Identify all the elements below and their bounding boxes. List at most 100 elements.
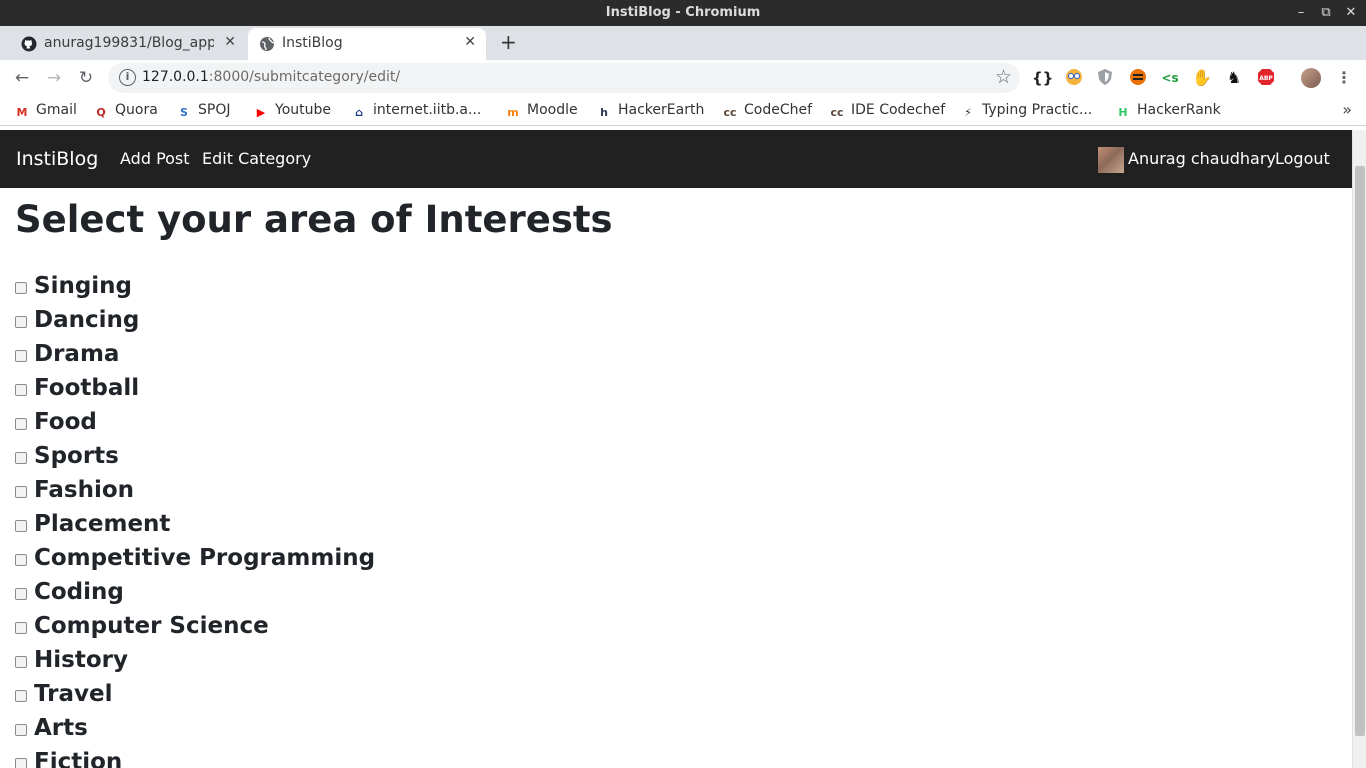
category-label[interactable]: Travel <box>34 681 113 707</box>
category-item: Placement <box>15 510 715 544</box>
close-window-icon[interactable]: ✕ <box>1341 3 1361 23</box>
quora-icon: Q <box>96 106 106 119</box>
category-label[interactable]: Football <box>34 375 139 401</box>
new-tab-icon[interactable]: + <box>500 30 517 54</box>
category-label[interactable]: Fashion <box>34 477 134 503</box>
logout-link[interactable]: Logout <box>1275 149 1330 168</box>
bookmark-item[interactable]: h HackerEarth <box>596 102 704 120</box>
category-label[interactable]: Drama <box>34 341 119 367</box>
user-name[interactable]: Anurag chaudhary <box>1128 149 1276 168</box>
github-icon <box>21 36 37 52</box>
scrollbar-thumb[interactable] <box>1355 166 1365 736</box>
tab-label: anurag199831/Blog_app: <box>44 35 214 51</box>
bookmark-label: Moodle <box>527 102 578 118</box>
category-checkbox[interactable] <box>15 758 27 768</box>
tab-instiblog[interactable]: InstiBlog ✕ <box>248 28 486 60</box>
category-item: Coding <box>15 578 715 612</box>
bookmark-label: Quora <box>115 102 158 118</box>
page-content: InstiBlog Add Post Edit Category Anurag … <box>0 130 1352 768</box>
profile-avatar[interactable] <box>1301 68 1321 88</box>
shield-icon[interactable] <box>1095 68 1115 88</box>
category-checkbox[interactable] <box>15 350 27 362</box>
bookmark-item[interactable]: H HackerRank <box>1115 102 1220 120</box>
bookmark-label: SPOJ <box>198 102 231 118</box>
category-checkbox[interactable] <box>15 724 27 736</box>
bookmark-item[interactable]: m Moodle <box>505 102 578 120</box>
bookmark-star-icon[interactable]: ☆ <box>995 66 1012 88</box>
extension-icon[interactable]: ♞ <box>1224 68 1244 88</box>
category-label[interactable]: Food <box>34 409 97 435</box>
json-viewer-icon[interactable]: {} <box>1032 68 1053 88</box>
codechef-icon: cc <box>830 106 844 119</box>
category-item: Football <box>15 374 715 408</box>
user-avatar <box>1098 147 1124 173</box>
category-checkbox[interactable] <box>15 452 27 464</box>
tab-close-icon[interactable]: ✕ <box>224 34 236 50</box>
nav-edit-category[interactable]: Edit Category <box>202 149 311 168</box>
reload-icon[interactable]: ↻ <box>74 66 98 90</box>
category-label[interactable]: Competitive Programming <box>34 545 375 571</box>
category-item: Sports <box>15 442 715 476</box>
category-checkbox[interactable] <box>15 554 27 566</box>
url-text[interactable]: 127.0.0.1:8000/submitcategory/edit/ <box>142 69 400 85</box>
bookmark-item[interactable]: S SPOJ <box>176 102 230 120</box>
category-checkbox[interactable] <box>15 384 27 396</box>
tab-close-icon[interactable]: ✕ <box>464 34 476 50</box>
bookmark-item[interactable]: cc CodeChef <box>722 102 812 120</box>
page-title: Select your area of Interests <box>15 198 613 241</box>
category-checkbox[interactable] <box>15 418 27 430</box>
hackerearth-icon: h <box>600 106 608 119</box>
info-icon[interactable]: i <box>119 69 136 86</box>
bookmark-label: IDE Codechef <box>851 102 946 118</box>
category-checkbox[interactable] <box>15 520 27 532</box>
bookmark-label: Typing Practic... <box>982 102 1093 118</box>
gnome-icon[interactable]: ✋ <box>1192 68 1212 88</box>
tab-github[interactable]: anurag199831/Blog_app: ✕ <box>10 28 246 60</box>
category-checkbox[interactable] <box>15 282 27 294</box>
category-item: Fashion <box>15 476 715 510</box>
forward-icon[interactable]: → <box>42 66 66 90</box>
category-label[interactable]: Singing <box>34 273 132 299</box>
category-label[interactable]: History <box>34 647 128 673</box>
category-checkbox[interactable] <box>15 690 27 702</box>
category-label[interactable]: Coding <box>34 579 124 605</box>
bookmark-item[interactable]: ▶ Youtube <box>253 102 331 120</box>
category-item: Arts <box>15 714 715 748</box>
extension-icon[interactable] <box>1064 68 1084 88</box>
menu-icon[interactable]: ⋮ <box>1334 68 1354 88</box>
category-label[interactable]: Sports <box>34 443 119 469</box>
category-label[interactable]: Arts <box>34 715 88 741</box>
minimize-icon[interactable]: – <box>1291 3 1311 23</box>
category-checkbox[interactable] <box>15 656 27 668</box>
site-brand[interactable]: InstiBlog <box>16 148 98 170</box>
category-label[interactable]: Computer Science <box>34 613 269 639</box>
address-bar[interactable]: i 127.0.0.1:8000/submitcategory/edit/ ☆ <box>108 63 1020 93</box>
url-path: :8000/submitcategory/edit/ <box>208 69 401 85</box>
back-icon[interactable]: ← <box>10 66 34 90</box>
bookmark-item[interactable]: M Gmail <box>14 102 77 120</box>
bookmarks-overflow-icon[interactable]: » <box>1342 100 1352 119</box>
category-checkbox[interactable] <box>15 486 27 498</box>
bookmark-item[interactable]: Q Quora <box>93 102 158 120</box>
bookmark-label: Youtube <box>275 102 331 118</box>
bookmark-item[interactable]: ⚡ Typing Practic... <box>960 102 1092 120</box>
gmail-icon: M <box>16 106 28 119</box>
lightning-icon: ⚡ <box>964 106 972 119</box>
category-checkbox[interactable] <box>15 622 27 634</box>
category-item: Travel <box>15 680 715 714</box>
category-item: Computer Science <box>15 612 715 646</box>
adblock-icon[interactable]: ABP <box>1256 68 1276 88</box>
category-checkbox[interactable] <box>15 588 27 600</box>
tab-strip: anurag199831/Blog_app: ✕ InstiBlog ✕ + <box>0 26 1366 60</box>
bookmark-item[interactable]: cc IDE Codechef <box>829 102 945 120</box>
maximize-icon[interactable]: ⧉ <box>1316 3 1336 23</box>
bookmark-item[interactable]: ⌂ internet.iitb.a... <box>351 102 481 120</box>
extension-icon[interactable] <box>1128 68 1148 88</box>
category-label[interactable]: Dancing <box>34 307 139 333</box>
code-icon[interactable]: <s <box>1160 68 1180 88</box>
page-scrollbar[interactable] <box>1352 130 1366 768</box>
category-checkbox[interactable] <box>15 316 27 328</box>
nav-add-post[interactable]: Add Post <box>120 149 190 168</box>
category-label[interactable]: Fiction <box>34 749 122 768</box>
category-label[interactable]: Placement <box>34 511 170 537</box>
